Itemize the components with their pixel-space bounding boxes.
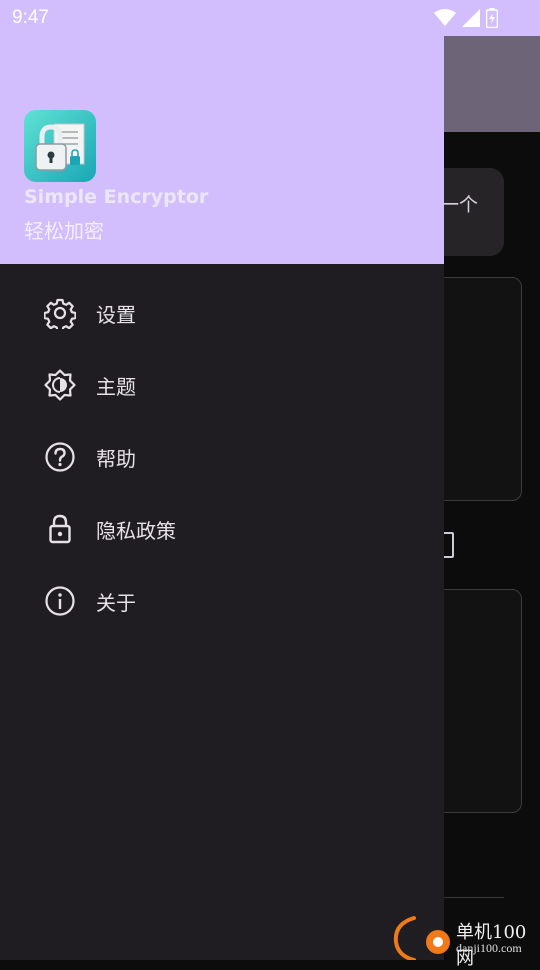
app-subtitle: 轻松加密: [24, 219, 104, 243]
status-icons: [434, 8, 498, 28]
gear-icon: [44, 297, 76, 329]
wifi-icon: [434, 9, 456, 26]
menu-item-privacy-policy[interactable]: 隐私政策: [0, 493, 444, 565]
menu-item-help[interactable]: 帮助: [0, 421, 444, 493]
app-name: Simple Encryptor: [24, 186, 209, 208]
menu-item-theme[interactable]: 主题: [0, 349, 444, 421]
menu-item-label: 关于: [96, 590, 136, 615]
background-chip-text: 一个: [440, 194, 479, 216]
help-circle-icon: [44, 441, 76, 473]
menu-item-label: 设置: [96, 302, 136, 327]
watermark-logo-icon: [393, 916, 450, 960]
battery-charging-icon: [486, 8, 498, 28]
lock-icon: [44, 513, 76, 545]
menu-item-about[interactable]: 关于: [0, 565, 444, 637]
menu-item-label: 隐私政策: [96, 518, 176, 543]
drawer-menu: 设置 主题 帮助 隐私政策 关于: [0, 277, 444, 637]
app-logo-icon: [24, 110, 96, 182]
status-time: 9:47: [12, 7, 49, 28]
signal-icon: [462, 9, 480, 27]
watermark: 单机100网 danji100.com: [388, 914, 538, 969]
navigation-drawer: Simple Encryptor 轻松加密 设置 主题 帮助 隐私政策 关于: [0, 0, 444, 960]
watermark-url: danji100.com: [456, 941, 522, 955]
info-icon: [44, 585, 76, 617]
menu-item-label: 主题: [96, 374, 136, 399]
drawer-header: Simple Encryptor 轻松加密: [0, 0, 444, 264]
menu-item-settings[interactable]: 设置: [0, 277, 444, 349]
theme-brightness-icon: [44, 369, 76, 401]
menu-item-label: 帮助: [96, 446, 136, 471]
status-bar: 9:47: [0, 0, 540, 36]
